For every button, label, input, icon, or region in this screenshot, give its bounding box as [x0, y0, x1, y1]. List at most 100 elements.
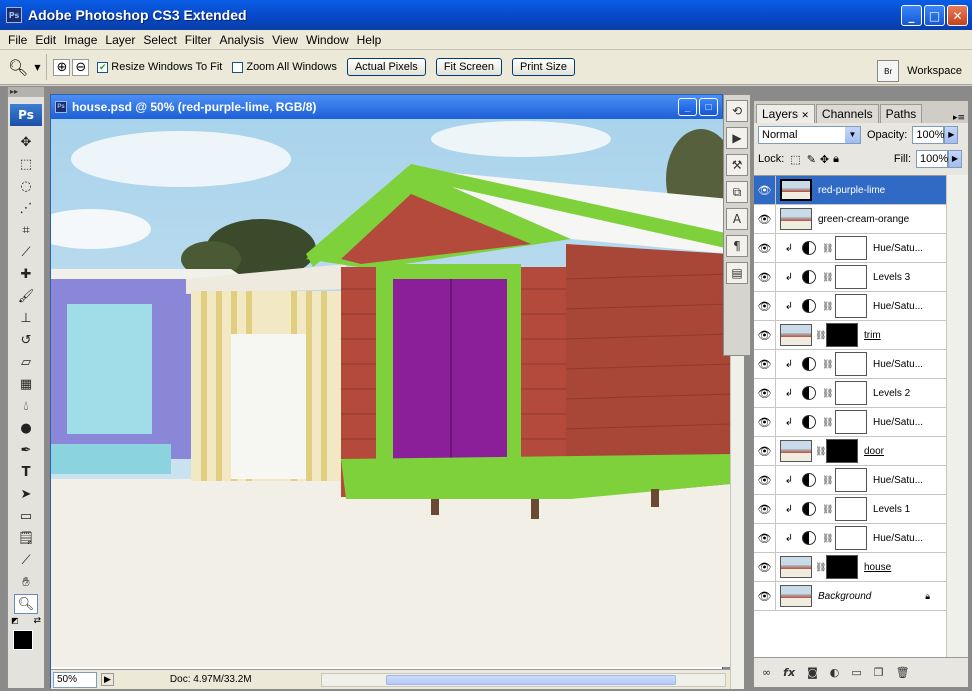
layer-thumbnail[interactable] [780, 585, 812, 607]
visibility-eye-icon[interactable]: 👁︎ [754, 523, 776, 553]
healing-brush-tool-icon[interactable]: ✚ [14, 264, 38, 284]
zoom-all-check-icon[interactable] [232, 61, 244, 73]
menu-edit[interactable]: Edit [31, 33, 60, 47]
document-title-bar[interactable]: Ps house.psd @ 50% (red-purple-lime, RGB… [51, 95, 722, 119]
visibility-eye-icon[interactable]: 👁︎ [754, 494, 776, 524]
layer-row[interactable]: 👁︎ ↲ ⛓ Hue/Satu... [754, 291, 946, 321]
menu-view[interactable]: View [268, 33, 302, 47]
menu-image[interactable]: Image [60, 33, 101, 47]
layer-mask-thumbnail[interactable] [826, 439, 858, 463]
layer-thumbnail[interactable] [780, 208, 812, 230]
foreground-color-swatch[interactable] [13, 630, 33, 650]
gradient-tool-icon[interactable]: ▦ [14, 374, 38, 394]
layer-row[interactable]: 👁︎ green-cream-orange [754, 204, 946, 234]
zoom-in-icon[interactable]: ⊕ [53, 58, 71, 76]
move-tool-icon[interactable]: ✥ [14, 132, 38, 152]
mask-link-icon[interactable]: ⛓ [815, 562, 826, 573]
tab-layers[interactable]: Layers ✕ [756, 104, 815, 123]
actions-panel-icon[interactable]: ▶ [726, 127, 748, 149]
layer-name[interactable]: Hue/Satu... [873, 475, 923, 486]
print-size-button[interactable]: Print Size [511, 58, 576, 76]
mask-link-icon[interactable]: ⛓ [815, 446, 826, 457]
type-tool-icon[interactable]: T [14, 462, 38, 482]
eyedropper-tool-icon[interactable]: ⟋ [14, 550, 38, 570]
layer-style-icon[interactable]: fx [783, 666, 795, 679]
fill-field[interactable]: 100% [916, 150, 948, 168]
layer-thumbnail[interactable] [780, 324, 812, 346]
mask-link-icon[interactable]: ⛓ [822, 272, 833, 283]
brush-tool-icon[interactable]: 🖌︎ [14, 286, 38, 306]
new-adjustment-layer-icon[interactable]: ◐ [830, 666, 840, 679]
menu-select[interactable]: Select [139, 33, 180, 47]
layer-name[interactable]: red-purple-lime [818, 185, 885, 196]
fill-slider-arrow-icon[interactable]: ▶ [948, 150, 962, 168]
visibility-eye-icon[interactable]: 👁︎ [754, 552, 776, 582]
marquee-tool-icon[interactable]: ⬚ [14, 154, 38, 174]
layer-name[interactable]: trim [864, 330, 881, 341]
layer-mask-thumbnail[interactable] [835, 265, 867, 289]
layer-thumbnail[interactable] [780, 179, 812, 201]
opacity-field[interactable]: 100% [912, 126, 945, 144]
zoom-level-field[interactable]: 50% [53, 671, 97, 688]
toolbox-grip[interactable]: ▸▸ [8, 87, 44, 97]
resize-windows-check-icon[interactable]: ✔ [97, 61, 109, 73]
layer-name[interactable]: Levels 1 [873, 504, 910, 515]
lock-transparent-icon[interactable]: ⬚ [790, 153, 800, 166]
lasso-tool-icon[interactable]: ◌ [14, 176, 38, 196]
layer-name[interactable]: Background [818, 591, 871, 602]
dodge-tool-icon[interactable]: ● [14, 418, 38, 438]
notes-tool-icon[interactable]: 🗒︎ [14, 528, 38, 548]
lock-position-icon[interactable]: ✥ [820, 153, 829, 166]
path-selection-tool-icon[interactable]: ➤ [14, 484, 38, 504]
status-menu-icon[interactable]: ▶ [101, 673, 114, 686]
layer-mask-thumbnail[interactable] [835, 381, 867, 405]
character-panel-icon[interactable]: A [726, 208, 748, 230]
layer-row[interactable]: 👁︎ ↲ ⛓ Levels 1 [754, 494, 946, 524]
slice-tool-icon[interactable]: ⟋ [14, 242, 38, 262]
delete-layer-icon[interactable]: 🗑︎ [896, 666, 910, 679]
visibility-eye-icon[interactable]: 👁︎ [754, 291, 776, 321]
layer-name[interactable]: Hue/Satu... [873, 417, 923, 428]
actual-pixels-button[interactable]: Actual Pixels [346, 58, 426, 76]
paragraph-panel-icon[interactable]: ¶ [726, 235, 748, 257]
layer-name[interactable]: Levels 3 [873, 272, 910, 283]
lock-all-icon[interactable]: 🔒︎ [833, 153, 839, 166]
maximize-button[interactable]: □ [924, 5, 945, 26]
blend-mode-arrow-icon[interactable]: ▼ [845, 127, 860, 143]
layer-row[interactable]: 👁︎ ↲ ⛓ Levels 2 [754, 378, 946, 408]
document-maximize-button[interactable]: □ [699, 98, 718, 116]
mask-link-icon[interactable]: ⛓ [822, 504, 833, 515]
layer-mask-thumbnail[interactable] [835, 410, 867, 434]
magic-wand-tool-icon[interactable]: ⋰ [14, 198, 38, 218]
layer-row[interactable]: 👁︎ red-purple-lime [754, 175, 946, 205]
clone-stamp-tool-icon[interactable]: ⊥ [14, 308, 38, 328]
history-brush-tool-icon[interactable]: ↺ [14, 330, 38, 350]
color-swatches[interactable]: ◩ ⇄ [11, 616, 41, 654]
layer-row[interactable]: 👁︎ ↲ ⛓ Hue/Satu... [754, 523, 946, 553]
menu-analysis[interactable]: Analysis [215, 33, 268, 47]
layer-name[interactable]: door [864, 446, 884, 457]
tab-paths[interactable]: Paths [879, 104, 923, 123]
new-group-icon[interactable]: ▭ [851, 666, 861, 679]
layer-name[interactable]: Hue/Satu... [873, 533, 923, 544]
mask-link-icon[interactable]: ⛓ [815, 330, 826, 341]
blur-tool-icon[interactable]: 💧︎ [14, 396, 38, 416]
panel-menu-icon[interactable]: ▸≡ [953, 113, 965, 123]
layer-mask-thumbnail[interactable] [835, 497, 867, 521]
layer-name[interactable]: green-cream-orange [818, 214, 909, 225]
pen-tool-icon[interactable]: ✒ [14, 440, 38, 460]
bridge-icon[interactable]: Br [877, 60, 900, 82]
layer-mask-thumbnail[interactable] [835, 352, 867, 376]
link-layers-icon[interactable]: ∞ [762, 666, 771, 679]
crop-tool-icon[interactable]: ⌗ [14, 220, 38, 240]
new-layer-icon[interactable]: ❐ [874, 666, 884, 679]
layer-row[interactable]: 👁︎ ↲ ⛓ Hue/Satu... [754, 465, 946, 495]
layer-name[interactable]: Hue/Satu... [873, 359, 923, 370]
lock-image-icon[interactable]: ✎ [807, 153, 816, 166]
visibility-eye-icon[interactable]: 👁︎ [754, 436, 776, 466]
layer-row[interactable]: 👁︎ ↲ ⛓ Levels 3 [754, 262, 946, 292]
resize-windows-checkbox[interactable]: ✔ Resize Windows To Fit [97, 61, 222, 73]
mask-link-icon[interactable]: ⛓ [822, 243, 833, 254]
layer-name[interactable]: Hue/Satu... [873, 243, 923, 254]
eraser-tool-icon[interactable]: ▱ [14, 352, 38, 372]
